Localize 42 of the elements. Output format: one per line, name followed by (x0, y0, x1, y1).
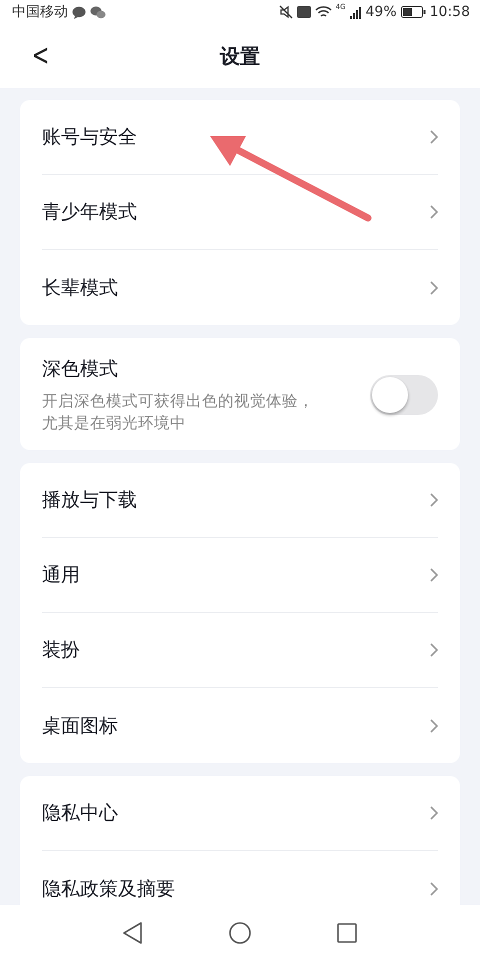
settings-item[interactable]: 桌面图标 (42, 688, 438, 763)
item-label: 播放与下载 (42, 488, 138, 513)
item-label: 装扮 (42, 638, 81, 663)
chevron-icon (430, 130, 438, 144)
carrier-name: 中国移动 (12, 3, 68, 21)
settings-item[interactable]: 隐私中心 (42, 776, 438, 851)
item-label: 通用 (42, 563, 81, 588)
wifi-icon (314, 6, 332, 18)
chevron-icon (430, 205, 438, 219)
toggle-switch[interactable] (370, 375, 438, 415)
settings-item[interactable]: 隐私政策及摘要 (42, 851, 438, 905)
chevron-icon (430, 718, 438, 732)
item-label: 隐私政策及摘要 (42, 876, 176, 902)
item-label: 长辈模式 (42, 276, 119, 300)
item-label: 深色模式 (42, 357, 119, 382)
chevron-icon (430, 806, 438, 820)
settings-item[interactable]: 通用 (42, 538, 438, 613)
item-label: 隐私中心 (42, 801, 119, 826)
chevron-icon (430, 643, 438, 657)
chevron-icon (430, 568, 438, 582)
signal-icon (350, 6, 362, 18)
clock-time: 10:58 (430, 4, 470, 20)
mute-icon (278, 5, 293, 19)
home-nav-icon[interactable] (229, 922, 251, 944)
chevron-icon (430, 493, 438, 507)
settings-item[interactable]: 装扮 (42, 613, 438, 688)
battery-icon (400, 6, 426, 18)
item-label: 账号与安全 (42, 125, 138, 150)
back-button[interactable]: < (28, 38, 54, 74)
settings-item[interactable]: 青少年模式 (42, 175, 438, 250)
item-description: 开启深色模式可获得出色的视觉体验，尤其是在弱光环境中 (42, 391, 315, 434)
recents-nav-icon[interactable] (337, 922, 357, 942)
chat-bubble-icon (72, 6, 86, 18)
item-label: 桌面图标 (42, 714, 119, 738)
battery-percent: 49% (366, 4, 397, 20)
settings-item[interactable]: 播放与下载 (42, 463, 438, 538)
page-title: 设置 (220, 42, 260, 70)
item-label: 青少年模式 (42, 200, 138, 225)
chevron-icon (430, 280, 438, 294)
settings-item[interactable]: 长辈模式 (42, 250, 438, 325)
back-nav-icon[interactable] (123, 922, 143, 944)
chevron-icon (430, 882, 438, 896)
